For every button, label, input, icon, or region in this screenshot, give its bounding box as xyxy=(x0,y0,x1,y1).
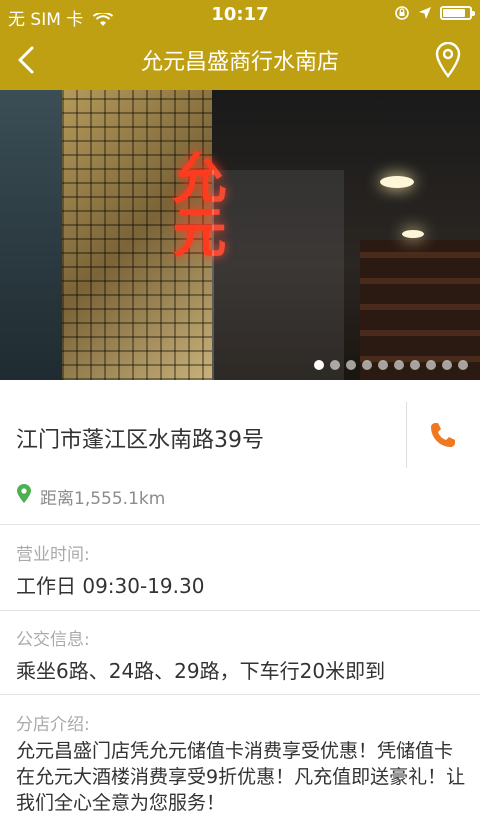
ceiling-light xyxy=(402,230,424,238)
pagination-dot[interactable] xyxy=(426,360,436,370)
pagination-dot[interactable] xyxy=(394,360,404,370)
photo-window-area xyxy=(0,90,62,380)
battery-level xyxy=(443,9,466,17)
back-chevron-icon[interactable] xyxy=(10,42,46,78)
location-arrow-icon xyxy=(419,7,431,19)
page-title: 允元昌盛商行水南店 xyxy=(140,50,339,75)
status-bar: 无 SIM 卡 10:17 xyxy=(0,0,480,30)
photo-glass-door xyxy=(212,170,344,380)
status-icons xyxy=(394,5,475,21)
transit-label: 公交信息: xyxy=(16,630,90,650)
pagination-dot[interactable] xyxy=(458,360,468,370)
distance-text: 距离1,555.1km xyxy=(40,489,166,509)
hours-label: 营业时间: xyxy=(16,545,90,565)
phone-icon[interactable] xyxy=(428,420,458,450)
divider xyxy=(0,524,480,525)
photo-wine-shelf xyxy=(360,240,480,380)
pagination-dot[interactable] xyxy=(330,360,340,370)
gallery-pagination[interactable] xyxy=(314,360,468,370)
distance-section: 距离1,555.1km xyxy=(0,480,480,524)
pagination-dot[interactable] xyxy=(442,360,452,370)
transit-value: 乘坐6路、24路、29路，下车行20米即到 xyxy=(16,659,386,683)
store-address: 江门市蓬江区水南路39号 xyxy=(16,428,264,453)
pagination-dot[interactable] xyxy=(378,360,388,370)
pagination-dot[interactable] xyxy=(314,360,324,370)
divider xyxy=(0,694,480,695)
address-section: 江门市蓬江区水南路39号 xyxy=(0,380,480,490)
map-pin-icon[interactable] xyxy=(434,42,462,78)
ceiling-light xyxy=(380,176,414,188)
location-pin-icon xyxy=(17,484,31,503)
divider xyxy=(406,402,407,468)
battery-icon xyxy=(440,6,475,20)
pagination-dot[interactable] xyxy=(346,360,356,370)
store-photo-gallery[interactable]: 允元 xyxy=(0,90,480,380)
rotation-lock-icon xyxy=(395,6,409,20)
hours-value: 工作日 09:30-19.30 xyxy=(16,574,205,598)
pagination-dot[interactable] xyxy=(410,360,420,370)
intro-text: 允元昌盛门店凭允元储值卡消费享受优惠！凭储值卡在允元大酒楼消费享受9折优惠！凡充… xyxy=(16,740,466,814)
intro-label: 分店介绍: xyxy=(16,715,90,735)
divider xyxy=(0,610,480,611)
pagination-dot[interactable] xyxy=(362,360,372,370)
nav-bar: 允元昌盛商行水南店 xyxy=(0,30,480,90)
